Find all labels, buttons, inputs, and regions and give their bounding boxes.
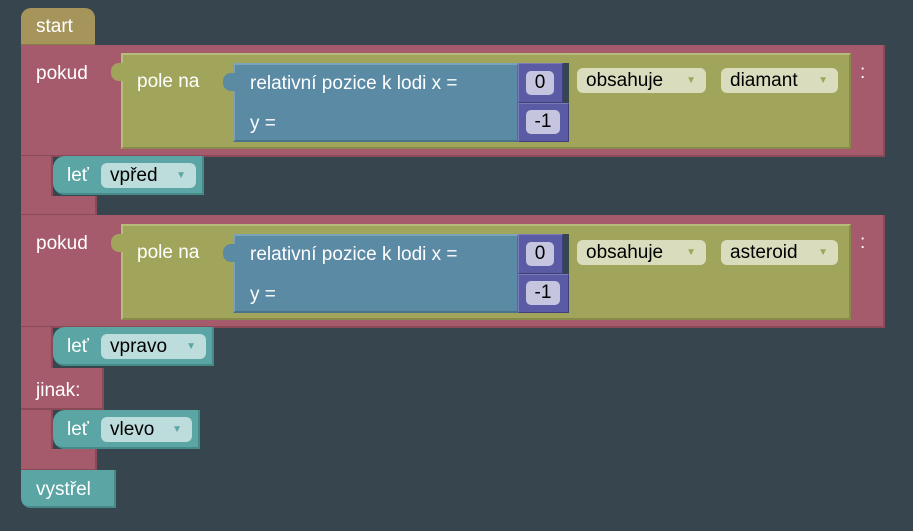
- start-block[interactable]: start: [21, 8, 95, 46]
- operator-dropdown[interactable]: obsahuje ▼: [577, 68, 706, 93]
- dropdown-arrow-icon: ▼: [818, 75, 828, 86]
- if-block-1-bottom: [21, 196, 97, 216]
- start-label: start: [36, 16, 73, 37]
- direction-value: vlevo: [110, 419, 155, 440]
- number-block-x[interactable]: 0: [518, 234, 563, 274]
- direction-dropdown[interactable]: vlevo ▼: [101, 417, 192, 442]
- dropdown-arrow-icon: ▼: [176, 170, 186, 181]
- object-value: diamant: [730, 70, 798, 91]
- dropdown-arrow-icon: ▼: [686, 247, 696, 258]
- dropdown-arrow-icon: ▼: [686, 75, 696, 86]
- object-value: asteroid: [730, 242, 798, 263]
- dropdown-arrow-icon: ▼: [172, 424, 182, 435]
- y-label: y =: [250, 284, 276, 305]
- operator-dropdown[interactable]: obsahuje ▼: [577, 240, 706, 265]
- y-label: y =: [250, 113, 276, 134]
- operator-value: obsahuje: [586, 242, 664, 263]
- number-block-x[interactable]: 0: [518, 63, 563, 103]
- else-row: jinak:: [21, 368, 104, 410]
- number-block-y[interactable]: -1: [518, 274, 569, 313]
- y-value[interactable]: -1: [526, 281, 560, 305]
- sensor-label: pole na: [137, 242, 200, 263]
- gap: [563, 63, 569, 103]
- position-block-1[interactable]: relativní pozice k lodi x = y =: [223, 63, 519, 142]
- x-value[interactable]: 0: [526, 71, 554, 95]
- direction-value: vpřed: [110, 165, 158, 186]
- direction-value: vpravo: [110, 336, 168, 357]
- object-dropdown[interactable]: diamant ▼: [721, 68, 838, 93]
- fly-block-left[interactable]: leť vlevo ▼: [53, 410, 200, 449]
- x-value[interactable]: 0: [526, 242, 554, 266]
- number-block-y[interactable]: -1: [518, 103, 569, 142]
- connector-notch: [111, 234, 127, 252]
- fly-label: leť: [67, 165, 89, 186]
- y-value[interactable]: -1: [526, 110, 560, 134]
- connector-notch: [111, 63, 127, 81]
- fly-block-forward[interactable]: leť vpřed ▼: [53, 156, 204, 195]
- dropdown-arrow-icon: ▼: [186, 341, 196, 352]
- connector-notch: [223, 244, 239, 262]
- sensor-label: pole na: [137, 71, 200, 92]
- position-label: relativní pozice k lodi x =: [250, 244, 458, 265]
- direction-dropdown[interactable]: vpřed ▼: [101, 163, 196, 188]
- colon: :: [860, 62, 866, 83]
- fly-label: leť: [67, 419, 89, 440]
- position-block-2[interactable]: relativní pozice k lodi x = y =: [223, 234, 519, 313]
- if-block-1-arm: [21, 156, 53, 201]
- else-label: jinak:: [36, 380, 81, 401]
- connector-notch: [223, 73, 239, 91]
- fly-label: leť: [67, 336, 89, 357]
- shoot-label: vystřel: [36, 479, 91, 500]
- object-dropdown[interactable]: asteroid ▼: [721, 240, 838, 265]
- if-block-2-bottom: [21, 449, 97, 471]
- fly-block-right[interactable]: leť vpravo ▼: [53, 327, 214, 366]
- direction-dropdown[interactable]: vpravo ▼: [101, 334, 206, 359]
- shoot-block[interactable]: vystřel: [21, 470, 116, 508]
- if-label: pokud: [36, 233, 88, 254]
- operator-value: obsahuje: [586, 70, 664, 91]
- position-label: relativní pozice k lodi x =: [250, 73, 458, 94]
- gap: [563, 234, 569, 274]
- colon: :: [860, 232, 866, 253]
- if-label: pokud: [36, 63, 88, 84]
- dropdown-arrow-icon: ▼: [818, 247, 828, 258]
